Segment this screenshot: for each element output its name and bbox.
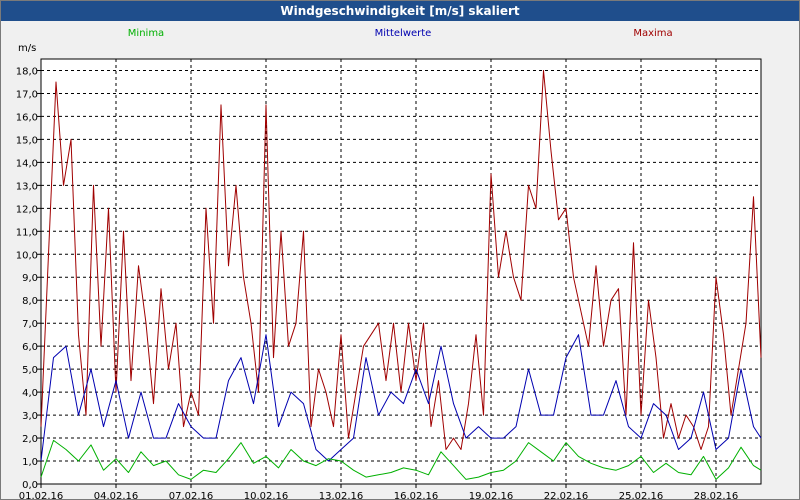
y-tick-label: 16,0 (16, 112, 38, 123)
y-tick-label: 11,0 (16, 227, 38, 238)
y-tick-label: 8,0 (22, 296, 38, 307)
wind-speed-chart: 0,0 1,0 2,0 3,0 4,0 5,0 6,0 7,0 8,0 9,0 10,0 11,0 12… (16, 28, 762, 499)
legend-item-mittelwerte: Mittelwerte (375, 28, 432, 39)
x-tick-label: 19.02.16 (469, 491, 514, 499)
y-axis: 0,0 1,0 2,0 3,0 4,0 5,0 6,0 7,0 8,0 9,0 10,0 11,0 12… (16, 66, 41, 491)
y-tick-label: 0,0 (22, 480, 38, 491)
x-tick-label: 01.02.16 (19, 491, 64, 499)
chart-title: Windgeschwindigkeit [m/s] skaliert (1, 1, 799, 21)
y-tick-label: 7,0 (22, 319, 38, 330)
x-axis: 01.02.16 04.02.16 07.02.16 10.02.16 13.02.16… (19, 484, 739, 499)
y-tick-label: 2,0 (22, 434, 38, 445)
y-tick-label: 3,0 (22, 411, 38, 422)
y-tick-label: 1,0 (22, 457, 38, 468)
x-tick-label: 10.02.16 (244, 491, 289, 499)
x-tick-label: 16.02.16 (394, 491, 439, 499)
x-tick-label: 07.02.16 (169, 491, 214, 499)
y-tick-label: 17,0 (16, 89, 38, 100)
y-tick-label: 10,0 (16, 250, 38, 261)
x-tick-label: 25.02.16 (619, 491, 664, 499)
y-tick-label: 5,0 (22, 365, 38, 376)
y-tick-label: 12,0 (16, 204, 38, 215)
x-tick-label: 13.02.16 (319, 491, 364, 499)
chart-window: Windgeschwindigkeit [m/s] skaliert 0,0 1,… (0, 0, 800, 500)
y-tick-label: 14,0 (16, 158, 38, 169)
y-axis-unit-label: m/s (18, 43, 36, 54)
x-tick-label: 04.02.16 (94, 491, 139, 499)
y-tick-label: 13,0 (16, 181, 38, 192)
x-tick-label: 28.02.16 (694, 491, 739, 499)
y-tick-label: 6,0 (22, 342, 38, 353)
legend-item-maxima: Maxima (633, 28, 672, 39)
y-tick-label: 9,0 (22, 273, 38, 284)
y-tick-label: 15,0 (16, 135, 38, 146)
y-tick-label: 18,0 (16, 66, 38, 77)
y-tick-label: 4,0 (22, 388, 38, 399)
legend: Minima Mittelwerte Maxima (128, 28, 673, 39)
x-tick-label: 22.02.16 (544, 491, 589, 499)
legend-item-minima: Minima (128, 28, 164, 39)
